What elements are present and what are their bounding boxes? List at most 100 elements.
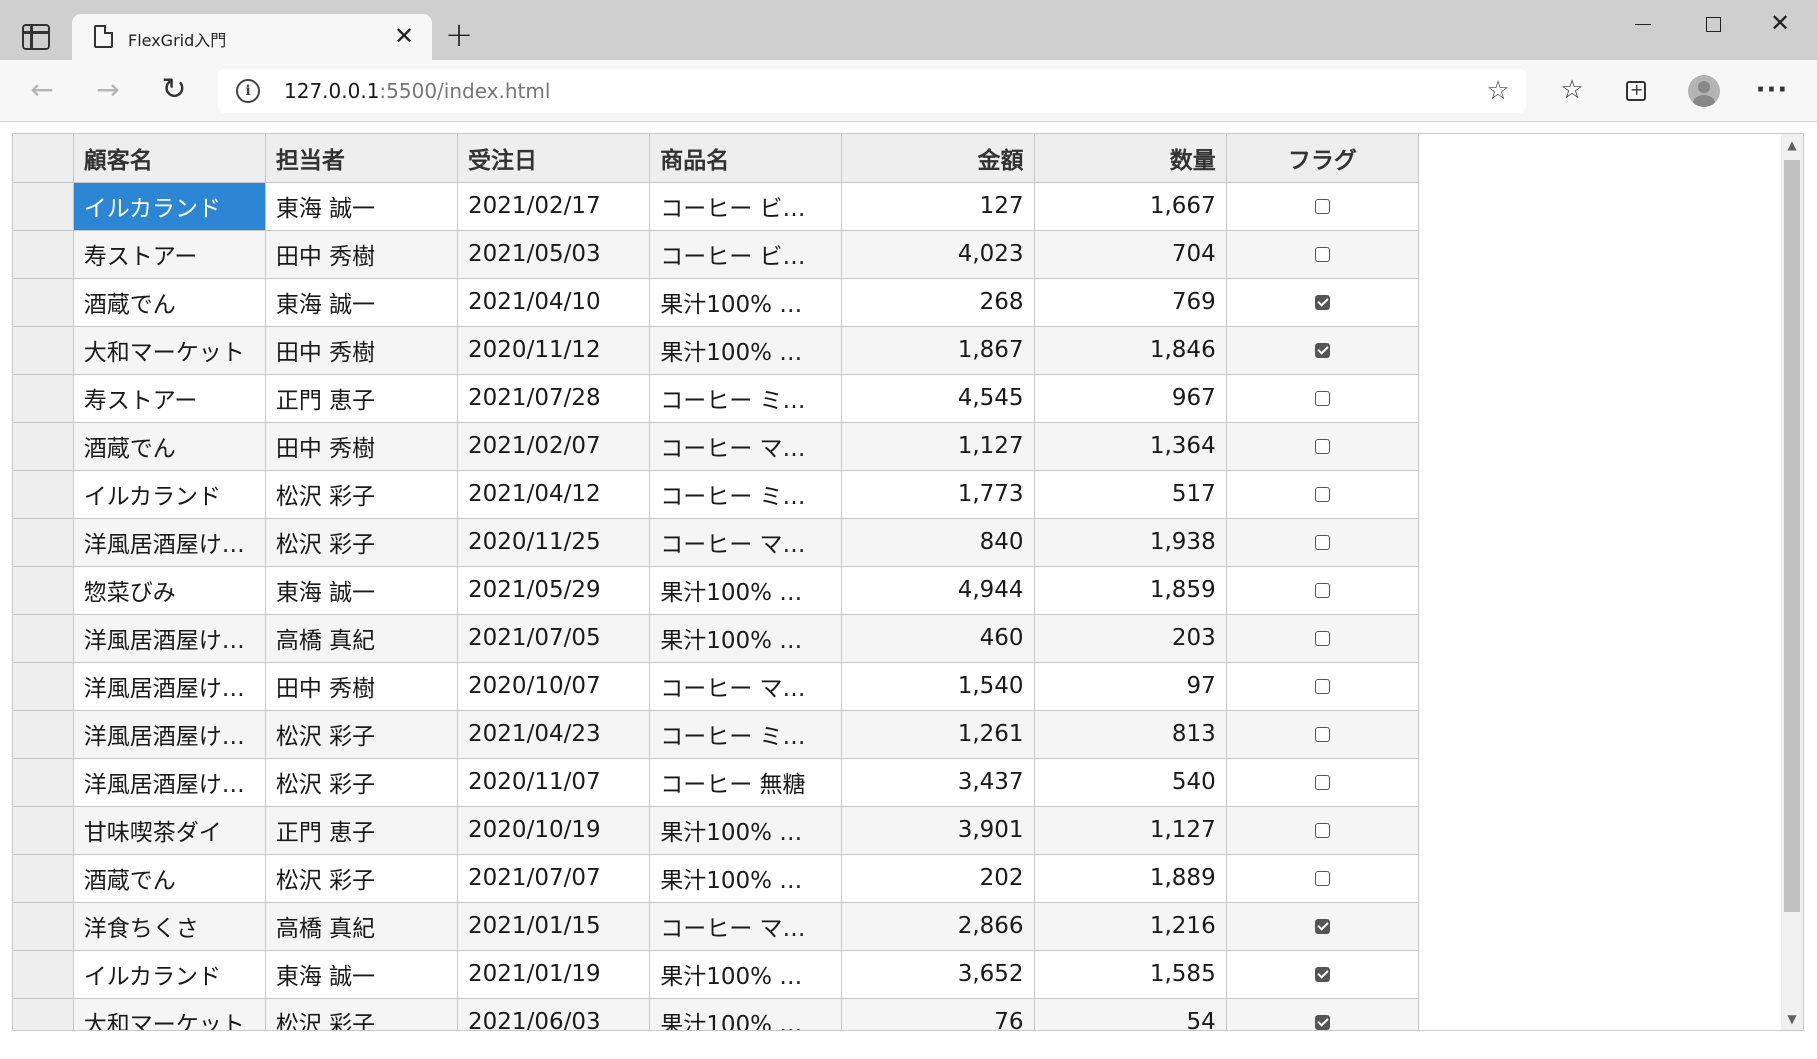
table-row[interactable]: イルカランド 松沢 彩子 2021/04/12 コーヒー ミ… 1,773 517 [13, 470, 1420, 519]
grid-cell-rep[interactable]: 東海 誠一 [265, 566, 459, 615]
row-header[interactable] [13, 710, 74, 759]
row-header[interactable] [13, 950, 74, 999]
grid-cell-flag[interactable] [1226, 662, 1420, 711]
grid-cell-rep[interactable]: 松沢 彩子 [265, 710, 459, 759]
grid-cell-customer[interactable]: 惣菜びみ [73, 566, 266, 615]
grid-cell-qty[interactable]: 967 [1034, 374, 1227, 423]
checkbox-checked[interactable] [1314, 343, 1330, 358]
grid-cell-date[interactable]: 2021/06/03 [457, 998, 651, 1030]
grid-cell-product[interactable]: 果汁100% … [649, 806, 843, 855]
grid-cell-qty[interactable]: 203 [1034, 614, 1227, 663]
forward-arrow-icon[interactable]: → [88, 70, 128, 110]
grid-cell-qty[interactable]: 1,364 [1034, 422, 1227, 471]
scroll-up-arrow-icon[interactable]: ▲ [1781, 134, 1803, 156]
grid-cell-qty[interactable]: 1,938 [1034, 518, 1227, 567]
grid-cell-qty[interactable]: 704 [1034, 230, 1227, 279]
grid-cell-date[interactable]: 2021/04/23 [457, 710, 651, 759]
checkbox-unchecked[interactable] [1314, 583, 1330, 598]
grid-cell-qty[interactable]: 1,127 [1034, 806, 1227, 855]
grid-cell-customer[interactable]: 酒蔵でん [73, 278, 266, 327]
tab-actions-icon[interactable] [22, 24, 50, 50]
grid-cell-product[interactable]: コーヒー ミ… [649, 710, 843, 759]
grid-cell-rep[interactable]: 東海 誠一 [265, 182, 459, 231]
table-row[interactable]: 酒蔵でん 松沢 彩子 2021/07/07 果汁100% … 202 1,889 [13, 854, 1420, 903]
grid-cell-date[interactable]: 2021/07/28 [457, 374, 651, 423]
grid-cell-amount[interactable]: 4,545 [841, 374, 1035, 423]
grid-cell-flag[interactable] [1226, 806, 1420, 855]
new-tab-button[interactable]: + [444, 18, 474, 52]
grid-cell-date[interactable]: 2021/01/19 [457, 950, 651, 999]
row-header[interactable] [13, 374, 74, 423]
grid-cell-qty[interactable]: 54 [1034, 998, 1227, 1030]
grid-cell-amount[interactable]: 1,261 [841, 710, 1035, 759]
table-row[interactable]: 甘味喫茶ダイ 正門 恵子 2020/10/19 果汁100% … 3,901 1,127 [13, 806, 1420, 855]
grid-cell-flag[interactable] [1226, 278, 1420, 327]
row-header[interactable] [13, 614, 74, 663]
grid-cell-date[interactable]: 2021/07/07 [457, 854, 651, 903]
grid-cell-qty[interactable]: 1,889 [1034, 854, 1227, 903]
grid-cell-flag[interactable] [1226, 374, 1420, 423]
grid-cell-amount[interactable]: 1,127 [841, 422, 1035, 471]
grid-cell-product[interactable]: 果汁100% … [649, 326, 843, 375]
grid-cell-customer[interactable]: 酒蔵でん [73, 422, 266, 471]
grid-cell-product[interactable]: 果汁100% … [649, 278, 843, 327]
row-header[interactable] [13, 902, 74, 951]
row-header[interactable] [13, 854, 74, 903]
row-header[interactable] [13, 662, 74, 711]
grid-cell-flag[interactable] [1226, 854, 1420, 903]
grid-cell-flag[interactable] [1226, 470, 1420, 519]
address-bar[interactable]: i 127.0.0.1:5500/index.html ☆ [218, 69, 1526, 113]
grid-cell-customer[interactable]: 大和マーケット [73, 998, 266, 1030]
grid-cell-flag[interactable] [1226, 902, 1420, 951]
grid-cell-date[interactable]: 2020/11/07 [457, 758, 651, 807]
grid-cell-amount[interactable]: 127 [841, 182, 1035, 231]
table-row[interactable]: 惣菜びみ 東海 誠一 2021/05/29 果汁100% … 4,944 1,859 [13, 566, 1420, 615]
grid-cell-rep[interactable]: 高橋 真紀 [265, 902, 459, 951]
grid-cell-rep[interactable]: 松沢 彩子 [265, 518, 459, 567]
grid-cell-amount[interactable]: 1,867 [841, 326, 1035, 375]
grid-cell-product[interactable]: コーヒー マ… [649, 662, 843, 711]
checkbox-unchecked[interactable] [1314, 535, 1330, 550]
checkbox-unchecked[interactable] [1314, 391, 1330, 406]
grid-cell-product[interactable]: 果汁100% … [649, 614, 843, 663]
column-header-quantity[interactable]: 数量 [1034, 134, 1227, 183]
grid-cell-amount[interactable]: 2,866 [841, 902, 1035, 951]
grid-cell-qty[interactable]: 769 [1034, 278, 1227, 327]
column-header-product[interactable]: 商品名 [649, 134, 843, 183]
scroll-down-arrow-icon[interactable]: ▼ [1781, 1008, 1803, 1030]
grid-cell-flag[interactable] [1226, 326, 1420, 375]
checkbox-checked[interactable] [1314, 295, 1330, 310]
grid-cell-rep[interactable]: 松沢 彩子 [265, 998, 459, 1030]
grid-cell-amount[interactable]: 268 [841, 278, 1035, 327]
scroll-thumb[interactable] [1784, 160, 1800, 912]
grid-cell-qty[interactable]: 540 [1034, 758, 1227, 807]
grid-cell-product[interactable]: コーヒー マ… [649, 902, 843, 951]
grid-cell-flag[interactable] [1226, 230, 1420, 279]
checkbox-unchecked[interactable] [1314, 247, 1330, 262]
grid-cell-customer[interactable]: 寿ストアー [73, 230, 266, 279]
grid-cell-amount[interactable]: 3,652 [841, 950, 1035, 999]
back-arrow-icon[interactable]: ← [22, 70, 62, 110]
grid-cell-rep[interactable]: 正門 恵子 [265, 374, 459, 423]
grid-cell-qty[interactable]: 1,216 [1034, 902, 1227, 951]
grid-cell-date[interactable]: 2021/07/05 [457, 614, 651, 663]
table-row[interactable]: イルカランド 東海 誠一 2021/01/19 果汁100% … 3,652 1,585 [13, 950, 1420, 999]
checkbox-checked[interactable] [1314, 919, 1330, 934]
grid-cell-qty[interactable]: 1,667 [1034, 182, 1227, 231]
table-row[interactable]: 大和マーケット 田中 秀樹 2020/11/12 果汁100% … 1,867 1,846 [13, 326, 1420, 375]
maximize-button[interactable] [1690, 8, 1736, 38]
grid-cell-product[interactable]: コーヒー マ… [649, 422, 843, 471]
table-row[interactable]: 寿ストアー 正門 恵子 2021/07/28 コーヒー ミ… 4,545 967 [13, 374, 1420, 423]
table-row[interactable]: 洋食ちくさ 高橋 真紀 2021/01/15 コーヒー マ… 2,866 1,216 [13, 902, 1420, 951]
checkbox-unchecked[interactable] [1314, 823, 1330, 838]
grid-cell-customer[interactable]: 寿ストアー [73, 374, 266, 423]
grid-cell-flag[interactable] [1226, 182, 1420, 231]
grid-cell-amount[interactable]: 1,773 [841, 470, 1035, 519]
row-header[interactable] [13, 758, 74, 807]
column-header-flag[interactable]: フラグ [1226, 134, 1420, 183]
table-row[interactable]: 洋風居酒屋け… 松沢 彩子 2021/04/23 コーヒー ミ… 1,261 813 [13, 710, 1420, 759]
browser-tab[interactable]: FlexGrid入門 ✕ [72, 14, 432, 60]
table-row[interactable]: 寿ストアー 田中 秀樹 2021/05/03 コーヒー ビ… 4,023 704 [13, 230, 1420, 279]
profile-avatar[interactable] [1684, 70, 1724, 110]
table-row[interactable]: 洋風居酒屋け… 田中 秀樹 2020/10/07 コーヒー マ… 1,540 97 [13, 662, 1420, 711]
